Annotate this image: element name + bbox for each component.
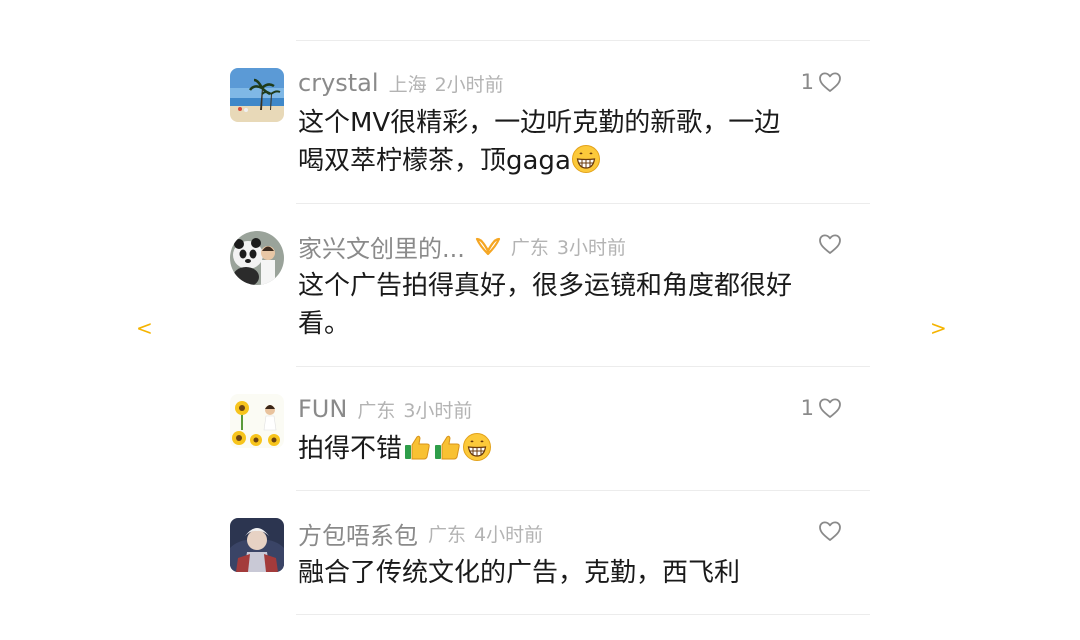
grin-emoji-icon <box>571 144 601 174</box>
timestamp: 2小时前 <box>434 73 504 96</box>
username[interactable]: crystal <box>298 69 379 97</box>
divider <box>296 40 870 41</box>
location: 广东 <box>510 236 549 259</box>
thumbs-up-emoji-icon <box>432 432 462 462</box>
comment-text: 融合了传统文化的广告，克勤，西飞利 <box>298 554 828 592</box>
next-arrow-button[interactable]: > <box>930 318 947 338</box>
like-button[interactable] <box>814 233 842 255</box>
username[interactable]: 家兴文创里的... <box>298 229 465 264</box>
comment-meta: 方包唔系包 广东 4小时前 <box>298 516 544 551</box>
verified-badge-icon <box>475 236 501 256</box>
avatar[interactable] <box>230 68 284 122</box>
like-button[interactable]: 1 <box>801 70 842 94</box>
location: 上海 <box>388 73 427 96</box>
timestamp: 3小时前 <box>556 236 626 259</box>
comment-text-line: 看。 <box>298 309 351 339</box>
comment-meta: FUN 广东 3小时前 <box>298 394 472 424</box>
timestamp: 3小时前 <box>403 399 473 422</box>
comment-text: 这个MV很精彩，一边听克勤的新歌，一边 喝双萃柠檬茶，顶gaga <box>298 104 828 180</box>
username[interactable]: FUN <box>298 395 347 423</box>
comment-text-line: 喝双萃柠檬茶，顶gaga <box>298 142 828 180</box>
comment-text-line: 这个MV很精彩，一边听克勤的新歌，一边 <box>298 108 781 138</box>
comment-meta: crystal 上海 2小时前 <box>298 68 504 98</box>
location: 广东 <box>357 399 396 422</box>
avatar-sunflower-image <box>230 394 284 448</box>
avatar[interactable] <box>230 518 284 572</box>
timestamp: 4小时前 <box>474 523 544 546</box>
like-count: 1 <box>800 396 814 420</box>
comment-text-fragment: 喝双萃柠檬茶，顶gaga <box>298 146 571 176</box>
heart-icon <box>819 398 841 418</box>
avatar-beach-image <box>230 68 284 122</box>
comment-text-line: 这个广告拍得真好，很多运镜和角度都很好 <box>298 271 793 301</box>
comment-text-fragment: 拍得不错 <box>298 434 403 464</box>
username[interactable]: 方包唔系包 <box>298 516 418 551</box>
like-count: 1 <box>800 70 814 94</box>
grin-emoji-icon <box>462 432 492 462</box>
comment-text-line: 融合了传统文化的广告，克勤，西飞利 <box>298 558 741 588</box>
avatar[interactable] <box>230 394 284 448</box>
divider <box>296 366 870 367</box>
like-button[interactable]: 1 <box>801 396 842 420</box>
divider <box>296 490 870 491</box>
like-button[interactable] <box>814 520 842 542</box>
heart-icon <box>819 72 841 92</box>
heart-icon <box>819 234 841 254</box>
avatar-panda-image <box>230 231 284 285</box>
avatar-anime-character-image <box>230 518 284 572</box>
prev-arrow-button[interactable]: < <box>136 318 153 338</box>
comment-text: 这个广告拍得真好，很多运镜和角度都很好 看。 <box>298 267 828 343</box>
heart-icon <box>819 521 841 541</box>
divider <box>296 614 870 615</box>
thumbs-up-emoji-icon <box>402 432 432 462</box>
divider <box>296 203 870 204</box>
location: 广东 <box>428 523 467 546</box>
comment-text: 拍得不错 <box>298 430 828 468</box>
comment-text-line: 拍得不错 <box>298 430 828 468</box>
comment-meta: 家兴文创里的... 广东 3小时前 <box>298 229 626 264</box>
avatar[interactable] <box>230 231 284 285</box>
